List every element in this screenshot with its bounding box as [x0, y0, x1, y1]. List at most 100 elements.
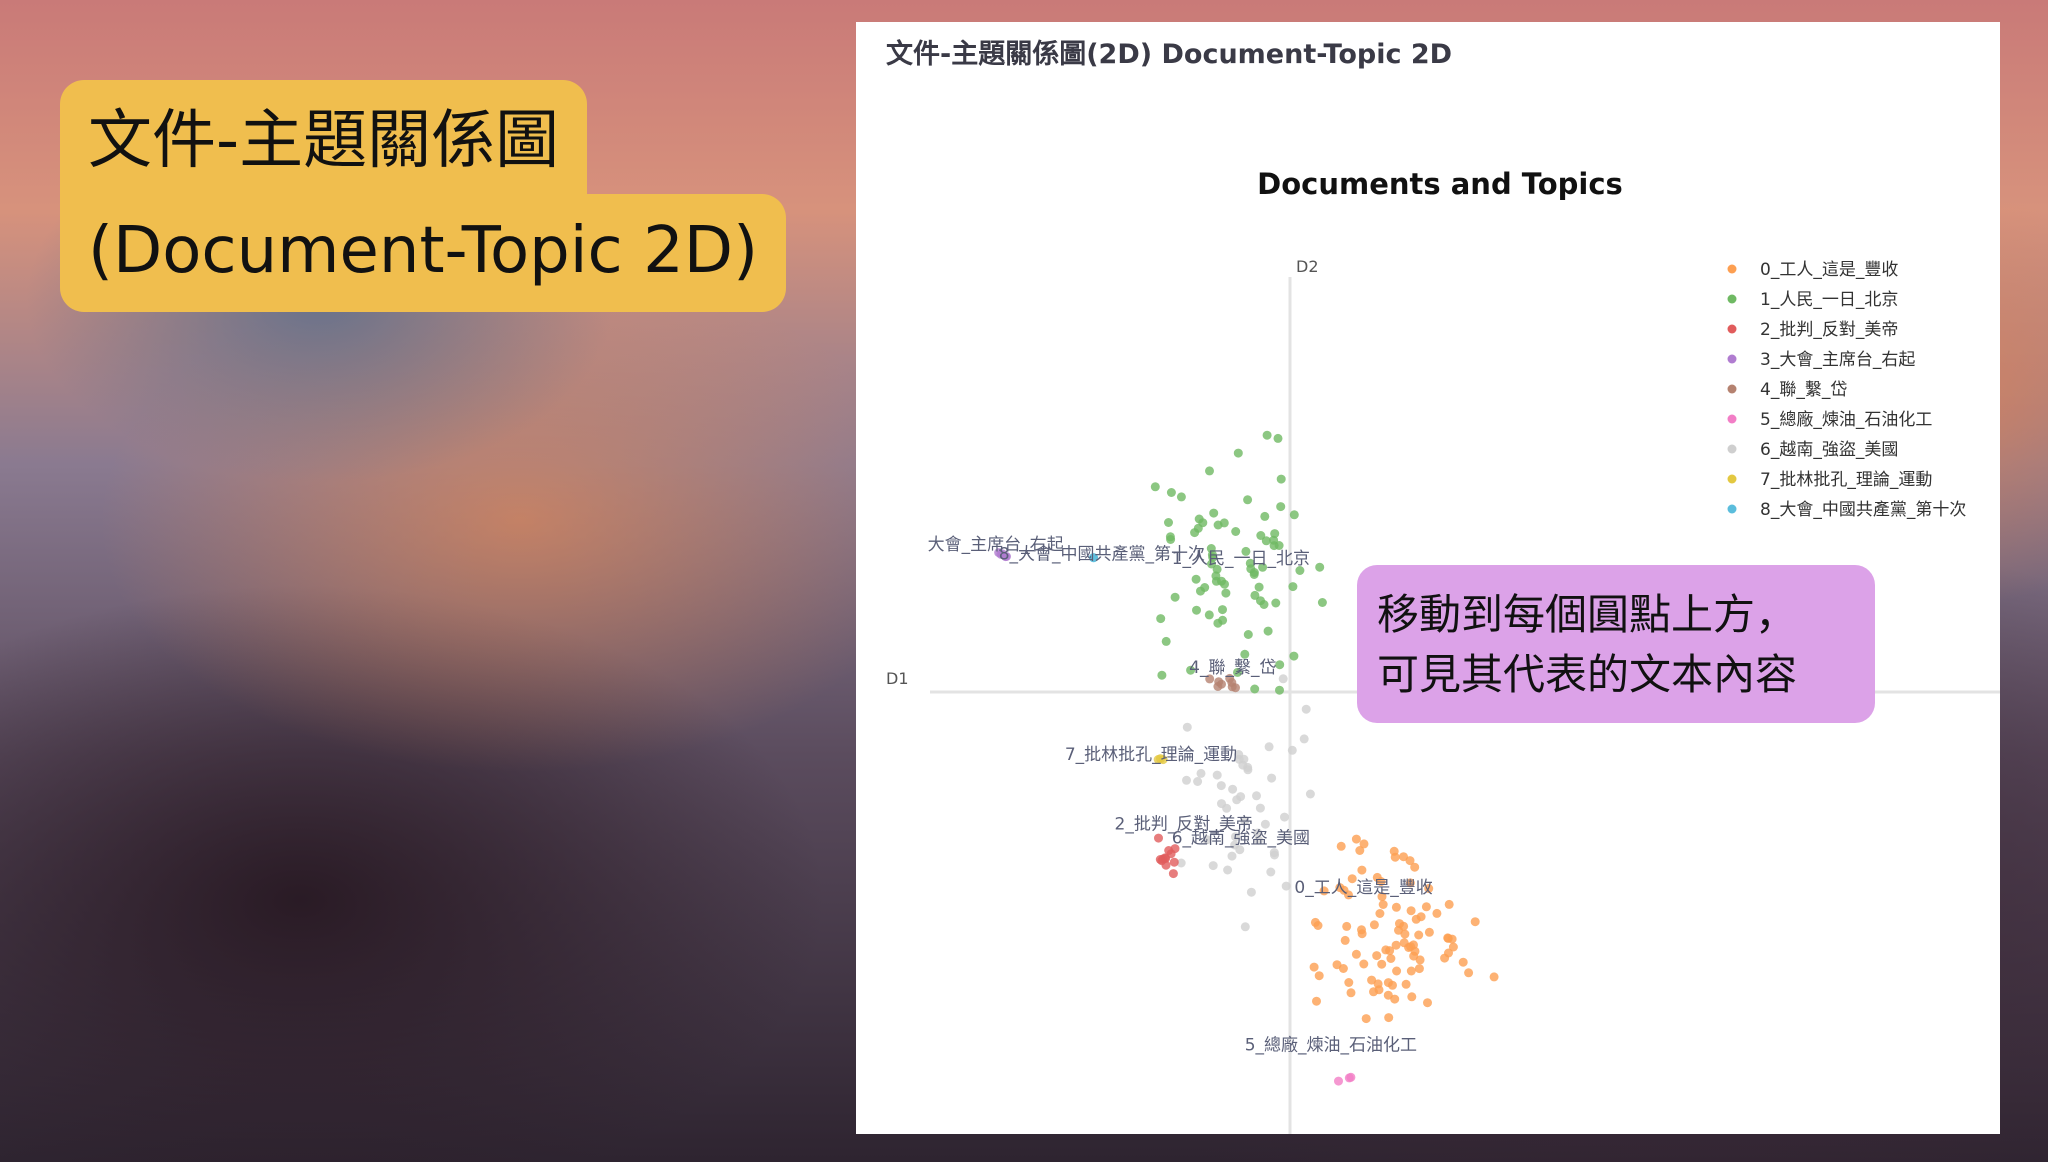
data-point[interactable] [1344, 978, 1354, 987]
data-point[interactable] [1214, 677, 1224, 687]
data-point[interactable] [1263, 626, 1273, 636]
data-point[interactable] [1391, 902, 1401, 912]
data-point[interactable] [1156, 614, 1166, 624]
data-point[interactable] [1275, 660, 1285, 670]
legend[interactable]: 0_工人_這是_豐收 1_人民_一日_北京 2_批判_反對_美帝 3_大會_主席台_右… [1727, 260, 1967, 520]
legend-marker[interactable] [1727, 264, 1737, 274]
data-point[interactable] [1240, 922, 1250, 932]
data-point[interactable] [1228, 784, 1238, 794]
data-point[interactable] [1218, 605, 1227, 615]
data-point[interactable] [1309, 962, 1319, 972]
data-point[interactable] [1351, 834, 1361, 844]
data-point[interactable] [1276, 474, 1286, 484]
data-point[interactable] [1256, 531, 1266, 540]
data-point[interactable] [1340, 935, 1350, 945]
data-point[interactable] [1220, 579, 1229, 589]
data-point[interactable] [1155, 855, 1165, 864]
data-point[interactable] [1267, 773, 1277, 783]
data-point[interactable] [1406, 966, 1416, 976]
data-point[interactable] [1440, 953, 1450, 963]
data-point[interactable] [1269, 535, 1279, 545]
data-point[interactable] [1169, 857, 1179, 867]
data-point[interactable] [1410, 862, 1420, 872]
data-point[interactable] [1211, 571, 1221, 581]
data-point[interactable] [1377, 959, 1387, 969]
data-point[interactable] [1196, 768, 1206, 778]
data-point[interactable] [1336, 841, 1346, 851]
data-point[interactable] [1414, 964, 1424, 974]
legend-item[interactable]: 7_批林批孔_理論_運動 [1760, 470, 1932, 490]
legend-marker[interactable] [1727, 444, 1737, 454]
data-point[interactable] [1252, 791, 1261, 801]
data-point[interactable] [1406, 906, 1416, 916]
data-point[interactable] [1259, 600, 1269, 609]
data-point[interactable] [1351, 949, 1361, 959]
data-point[interactable] [1369, 920, 1379, 930]
data-point[interactable] [1383, 990, 1393, 1000]
data-point[interactable] [1361, 1014, 1371, 1024]
data-point[interactable] [1432, 908, 1442, 918]
data-point[interactable] [1243, 630, 1253, 639]
data-point[interactable] [1287, 745, 1297, 755]
data-point[interactable] [1150, 482, 1160, 492]
data-point[interactable] [1231, 683, 1240, 693]
data-point[interactable] [1216, 781, 1226, 791]
legend-item[interactable]: 0_工人_這是_豐收 [1760, 260, 1898, 280]
data-point[interactable] [1190, 528, 1200, 538]
data-point[interactable] [1168, 869, 1178, 879]
data-point[interactable] [1191, 574, 1201, 584]
data-point[interactable] [1273, 433, 1283, 443]
legend-item[interactable]: 3_大會_主席台_右起 [1760, 350, 1915, 370]
data-point[interactable] [1289, 510, 1299, 520]
data-point[interactable] [1299, 734, 1309, 744]
data-point[interactable] [1315, 562, 1325, 572]
data-point[interactable] [1260, 819, 1270, 829]
data-point[interactable] [1192, 605, 1201, 615]
legend-marker[interactable] [1727, 504, 1737, 514]
data-point[interactable] [1342, 921, 1352, 931]
data-point[interactable] [1289, 651, 1299, 661]
legend-marker[interactable] [1727, 354, 1737, 364]
data-point[interactable] [1198, 518, 1208, 528]
data-point[interactable] [1254, 582, 1264, 592]
data-point[interactable] [1411, 914, 1421, 924]
data-point[interactable] [1489, 972, 1499, 982]
data-point[interactable] [1464, 968, 1474, 978]
data-point[interactable] [1278, 674, 1288, 684]
data-point[interactable] [1271, 598, 1281, 608]
legend-marker[interactable] [1727, 414, 1737, 424]
legend-marker[interactable] [1727, 384, 1737, 394]
data-point[interactable] [1447, 934, 1457, 944]
data-point[interactable] [1196, 586, 1205, 596]
data-point[interactable] [1260, 511, 1270, 521]
data-point[interactable] [1218, 615, 1228, 625]
data-point[interactable] [1389, 846, 1399, 856]
data-point[interactable] [1217, 799, 1226, 809]
data-point[interactable] [1205, 466, 1214, 476]
data-point[interactable] [1404, 943, 1414, 952]
data-point[interactable] [1154, 833, 1163, 843]
data-point[interactable] [1305, 789, 1315, 799]
data-point[interactable] [1372, 951, 1382, 961]
data-point[interactable] [1458, 957, 1468, 967]
data-point[interactable] [1204, 610, 1214, 620]
data-point[interactable] [1367, 975, 1377, 985]
data-point[interactable] [1399, 852, 1408, 862]
data-point[interactable] [1421, 902, 1431, 912]
data-point[interactable] [1262, 430, 1272, 440]
data-point[interactable] [1165, 532, 1175, 542]
data-point[interactable] [1250, 684, 1260, 694]
data-point[interactable] [1378, 900, 1388, 909]
data-point[interactable] [1359, 839, 1369, 849]
legend-item[interactable]: 2_批判_反對_美帝 [1760, 320, 1898, 340]
data-point[interactable] [1246, 887, 1256, 897]
data-point[interactable] [1243, 495, 1253, 505]
legend-marker[interactable] [1727, 474, 1737, 484]
legend-item[interactable]: 4_聯_繫_岱 [1760, 380, 1847, 400]
data-point[interactable] [1444, 899, 1454, 909]
data-point[interactable] [1301, 704, 1311, 714]
data-point[interactable] [1221, 588, 1231, 598]
data-point[interactable] [1208, 861, 1218, 871]
data-point[interactable] [1384, 1013, 1394, 1023]
data-point[interactable] [1269, 848, 1279, 858]
